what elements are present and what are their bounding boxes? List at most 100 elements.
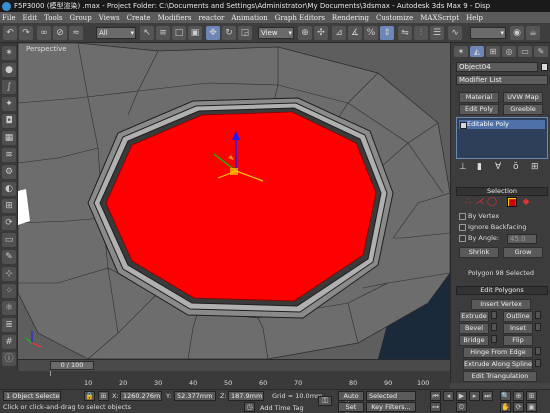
material-editor-icon[interactable]: ◐ <box>2 182 16 196</box>
motion-tab-icon[interactable]: ◎ <box>502 46 516 57</box>
uvw-map-button[interactable]: UVW Map <box>503 92 543 103</box>
link-icon[interactable]: ∞ <box>37 26 51 40</box>
angle-snap-icon[interactable]: ∡ <box>348 26 362 40</box>
menu-group[interactable]: Group <box>70 14 92 22</box>
zoom-icon[interactable]: 🔍 <box>500 391 511 401</box>
time-config-icon[interactable]: ⏲ <box>456 402 467 412</box>
absolute-mode-icon[interactable]: ⊞ <box>98 391 109 401</box>
window-crossing-icon[interactable]: ▣ <box>188 26 202 40</box>
greeble-button[interactable]: Greeble <box>503 104 543 115</box>
named-selection-dropdown[interactable] <box>470 27 506 39</box>
add-time-tag[interactable]: Add Time Tag <box>260 404 304 412</box>
outline-settings-icon[interactable] <box>535 311 541 319</box>
modifier-list-dropdown[interactable]: Modifier List <box>456 75 548 85</box>
outline-button[interactable]: Outline <box>503 311 533 322</box>
app-icon[interactable] <box>2 1 11 11</box>
angle-spinner[interactable]: 45.0 <box>507 234 537 244</box>
bind-space-warp-icon[interactable]: ≈ <box>69 26 83 40</box>
menu-modifiers[interactable]: Modifiers <box>158 14 192 22</box>
make-unique-icon[interactable]: ∀ <box>495 163 501 172</box>
display-tab-icon[interactable]: ▭ <box>518 46 532 57</box>
display-icon[interactable]: ▭ <box>2 233 16 247</box>
border-subobject-icon[interactable]: ◯ <box>487 197 497 207</box>
selection-rollout-header[interactable]: Selection <box>456 187 548 196</box>
helper-icon[interactable]: ▦ <box>2 131 16 145</box>
hierarchy-tab-icon[interactable]: ⊞ <box>486 46 500 57</box>
select-and-rotate-icon[interactable]: ↻ <box>222 26 236 40</box>
flip-button[interactable]: Flip <box>503 335 533 346</box>
bridge-settings-icon[interactable] <box>491 335 497 343</box>
perspective-viewport[interactable]: Perspective <box>18 43 450 359</box>
key-icon[interactable]: ⚿ <box>318 396 332 406</box>
particles-icon[interactable]: ⁘ <box>2 284 16 298</box>
bridge-button[interactable]: Bridge <box>459 335 489 346</box>
zoom-extents-icon[interactable]: ⊞ <box>526 391 537 401</box>
select-by-name-icon[interactable]: ≡ <box>156 26 170 40</box>
material-button[interactable]: Material <box>459 92 499 103</box>
align-icon[interactable]: ⫶ <box>414 26 428 40</box>
hinge-from-edge-button[interactable]: Hinge From Edge <box>463 347 533 358</box>
systems-icon[interactable]: ⚙ <box>2 165 16 179</box>
snaps-toggle-icon[interactable]: ⊿ <box>332 26 346 40</box>
by-vertex-checkbox[interactable]: By Vertex <box>459 212 499 220</box>
select-object-icon[interactable]: ↖ <box>140 26 154 40</box>
redo-icon[interactable]: ↷ <box>19 26 33 40</box>
extrude-button[interactable]: Extrude <box>459 311 489 322</box>
mirror-icon[interactable]: ⇋ <box>398 26 412 40</box>
auto-key-button[interactable]: Auto Key <box>338 391 364 408</box>
selection-region-icon[interactable]: □ <box>172 26 186 40</box>
menu-help[interactable]: Help <box>466 14 483 22</box>
polygon-subobject-icon[interactable]: ■ <box>507 197 517 208</box>
percent-snap-icon[interactable]: % <box>364 26 378 40</box>
stack-item-editable-poly[interactable]: Editable Poly <box>459 120 545 129</box>
menu-maxscript[interactable]: MAXScript <box>420 14 459 22</box>
utilities-tab-icon[interactable]: ✎ <box>534 46 548 57</box>
next-frame-icon[interactable]: ▸ <box>469 391 480 401</box>
modify-tab-icon[interactable]: ◭ <box>470 46 484 57</box>
z-coordinate-field[interactable]: 187.9mm <box>228 391 264 401</box>
goto-end-icon[interactable]: ⏭ <box>482 391 493 401</box>
menu-create[interactable]: Create <box>127 14 151 22</box>
menu-edit[interactable]: Edit <box>22 14 37 22</box>
reference-coordinate-dropdown[interactable]: View <box>258 27 294 39</box>
select-manipulate-icon[interactable]: ✣ <box>314 26 328 40</box>
edit-polygons-rollout-header[interactable]: Edit Polygons <box>456 286 548 295</box>
y-coordinate-field[interactable]: 52.377mm <box>174 391 216 401</box>
object-color-swatch[interactable] <box>541 63 548 71</box>
viewport-label[interactable]: Perspective <box>26 45 67 53</box>
select-and-move-icon[interactable]: ✥ <box>206 26 220 40</box>
curve-editor-icon[interactable]: ∿ <box>448 26 462 40</box>
utilities-icon[interactable]: ✎ <box>2 250 16 264</box>
quick-render-icon[interactable]: ☕ <box>526 26 540 40</box>
grid-icon[interactable]: # <box>2 335 16 349</box>
render-setup-icon[interactable]: ◉ <box>510 26 524 40</box>
reactor-icon[interactable]: ⚛ <box>2 301 16 315</box>
time-tag-icon[interactable]: ◷ <box>244 402 255 412</box>
x-coordinate-field[interactable]: 1260.276m <box>120 391 162 401</box>
maximize-viewport-icon[interactable]: ▣ <box>526 402 537 412</box>
transform-gizmo-icon[interactable]: ⊹ <box>2 267 16 281</box>
spline-icon[interactable]: ∫ <box>2 80 16 94</box>
key-filters-button[interactable]: Key Filters... <box>366 402 416 412</box>
pivot-point-icon[interactable]: ⊕ <box>298 26 312 40</box>
layer-manager-icon[interactable]: ☰ <box>430 26 444 40</box>
pin-stack-icon[interactable]: ⊥ <box>459 163 467 172</box>
by-angle-checkbox[interactable]: By Angle: <box>459 234 499 242</box>
goto-start-icon[interactable]: ⏮ <box>430 391 441 401</box>
orbit-icon[interactable]: ⟳ <box>513 402 524 412</box>
bevel-settings-icon[interactable] <box>491 323 497 331</box>
light-icon[interactable]: ✦ <box>2 97 16 111</box>
menu-tools[interactable]: Tools <box>44 14 62 22</box>
edit-triangulation-button[interactable]: Edit Triangulation <box>463 371 537 382</box>
menu-views[interactable]: Views <box>99 14 120 22</box>
script-icon[interactable]: ≣ <box>2 318 16 332</box>
space-warp-icon[interactable]: ≋ <box>2 148 16 162</box>
lock-selection-icon[interactable]: 🔒 <box>84 391 95 401</box>
configure-sets-icon[interactable]: ⊞ <box>531 163 539 172</box>
extrude-spline-settings-icon[interactable] <box>535 359 541 367</box>
show-end-result-icon[interactable]: ▮ <box>477 163 482 172</box>
insert-vertex-button[interactable]: Insert Vertex <box>471 299 531 310</box>
track-bar[interactable]: 10 20 30 40 50 60 70 80 90 100 <box>0 371 450 389</box>
camera-icon[interactable]: ◘ <box>2 114 16 128</box>
extrude-settings-icon[interactable] <box>491 311 497 319</box>
